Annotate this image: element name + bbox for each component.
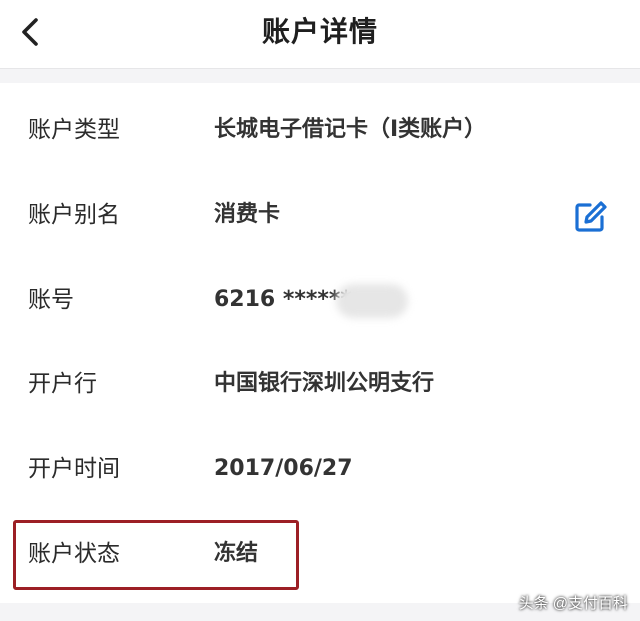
row-account-type: 账户类型 长城电子借记卡（I类账户） xyxy=(0,88,640,172)
row-label: 账户别名 xyxy=(28,202,120,228)
watermark: 头条 @支付百科 xyxy=(518,595,628,612)
row-label: 开户时间 xyxy=(28,456,120,482)
row-opening-date: 开户时间 2017/06/27 xyxy=(0,427,640,511)
section-gap xyxy=(0,69,640,83)
row-label: 账号 xyxy=(28,287,74,313)
row-label: 账户类型 xyxy=(28,117,120,143)
row-account-alias[interactable]: 账户别名 消费卡 xyxy=(0,173,640,257)
page-title: 账户详情 xyxy=(261,15,378,48)
row-value: 中国银行深圳公明支行 xyxy=(214,371,435,396)
row-value: 2017/06/27 xyxy=(214,456,353,481)
app-header: 账户详情 xyxy=(0,0,640,69)
row-account-number: 账号 6216 ****** xyxy=(0,258,640,342)
row-label: 开户行 xyxy=(28,371,97,397)
edit-alias-button[interactable] xyxy=(572,199,608,235)
row-value: 6216 ****** xyxy=(214,287,352,312)
row-value: 消费卡 xyxy=(214,202,281,227)
edit-icon xyxy=(575,201,607,232)
redaction-blur xyxy=(336,284,408,318)
status-highlight-box xyxy=(13,520,299,590)
row-value: 长城电子借记卡（I类账户） xyxy=(214,117,487,142)
row-opening-bank: 开户行 中国银行深圳公明支行 xyxy=(0,342,640,426)
